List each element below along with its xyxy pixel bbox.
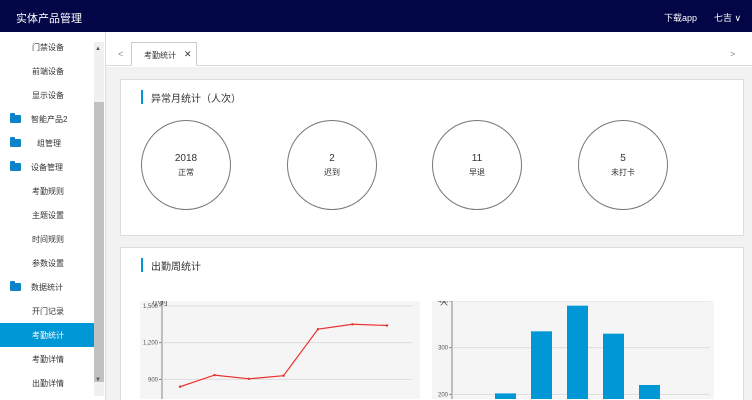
stat-label: 未打卡 [611, 168, 635, 177]
stat-value: 2018 [174, 153, 198, 164]
data-point [385, 324, 389, 327]
sidebar-item-label: 设备管理 [31, 163, 63, 172]
stat-label: 迟到 [324, 168, 340, 177]
sidebar-scroll-thumb[interactable] [94, 102, 104, 382]
sidebar-item[interactable]: 组管理 [0, 131, 94, 155]
sidebar: 出勤详情 考勤详情 考勤统计 开门记录 数据统计 参数设置 时间规则 主题设置 考勤规则 设备管理… [0, 32, 106, 400]
sidebar-item[interactable]: 智能产品2 [0, 107, 94, 131]
data-point [316, 327, 320, 331]
monthly-stats-title: 异常月统计（人次） [141, 90, 241, 105]
folder-icon [10, 281, 21, 291]
close-icon[interactable]: ✕ [184, 49, 192, 60]
sidebar-item-label: 数据统计 [31, 283, 63, 292]
weekly-stats-title: 出勤周统计 [141, 258, 201, 273]
y-tick-label: 300 [438, 346, 449, 352]
sidebar-item-label: 考勤统计 [32, 331, 64, 340]
stat-value: 5 [620, 153, 626, 164]
weekly-stats-panel: 出勤周统计 900 1,200 1,500 小时 200 300 400 人 [120, 247, 744, 400]
sidebar-item[interactable]: 出勤详情 [0, 371, 94, 395]
sidebar-item-label: 开门记录 [32, 307, 64, 316]
data-point [247, 377, 251, 380]
sidebar-item-label: 考勤规则 [32, 187, 64, 196]
stat-circle-normal: 2018 正常 [141, 120, 231, 210]
download-app-link[interactable]: 下载app [664, 11, 697, 24]
monthly-stats-panel: 异常月统计（人次） 2018 正常 2 迟到 11 早退 5 未打卡 [120, 79, 744, 236]
sidebar-item[interactable]: 考勤详情 [0, 347, 94, 371]
scroll-down-icon[interactable]: ▼ [95, 377, 101, 383]
sidebar-item[interactable]: 前端设备 [0, 59, 94, 83]
tab-label: 考勤统计 [144, 51, 176, 60]
folder-icon [10, 161, 21, 171]
stat-value: 11 [471, 153, 483, 164]
bar [567, 305, 588, 399]
stat-label: 正常 [178, 168, 194, 177]
people-bar-chart: 200300400人 [432, 301, 714, 399]
data-point [351, 323, 354, 326]
data-point [178, 385, 182, 388]
sidebar-item[interactable]: 参数设置 [0, 251, 94, 275]
sidebar-item[interactable]: 显示设备 [0, 83, 94, 107]
sidebar-item[interactable]: 时间规则 [0, 227, 94, 251]
sidebar-item-label: 时间规则 [32, 235, 64, 244]
sidebar-item[interactable]: 门禁设备 [0, 35, 94, 59]
y-tick-label: 200 [438, 392, 449, 398]
bar [495, 393, 516, 399]
stat-label: 早退 [469, 168, 485, 177]
series-line [179, 323, 388, 388]
sidebar-item[interactable]: 考勤规则 [0, 179, 94, 203]
user-menu[interactable]: 七吉 ∨ [714, 11, 741, 24]
y-axis-label: 小时 [152, 301, 168, 307]
sidebar-item[interactable]: 考勤统计 [0, 323, 94, 347]
sidebar-item[interactable]: 数据统计 [0, 275, 94, 299]
top-bar: 实体产品管理 下载app 七吉 ∨ [0, 0, 752, 32]
data-point [213, 373, 216, 377]
sidebar-item-label: 智能产品2 [31, 115, 68, 124]
bar [639, 385, 660, 399]
main-content: 异常月统计（人次） 2018 正常 2 迟到 11 早退 5 未打卡 出勤周统计… [106, 67, 752, 400]
sidebar-item-label: 参数设置 [32, 259, 64, 268]
folder-icon [10, 113, 21, 123]
sidebar-item-label: 组管理 [37, 139, 61, 148]
data-point [282, 374, 285, 377]
tab-next-icon[interactable]: > [730, 49, 735, 59]
sidebar-item-label: 门禁设备 [32, 43, 64, 52]
stat-value: 2 [329, 153, 335, 164]
sidebar-item-label: 出勤详情 [32, 379, 64, 388]
app-title: 实体产品管理 [16, 13, 82, 25]
tab-attendance-stats[interactable]: 考勤统计 ✕ [131, 42, 197, 66]
sidebar-item[interactable]: 开门记录 [0, 299, 94, 323]
hours-line-chart: 9001,2001,500小时 [140, 301, 420, 399]
tab-bar: < 考勤统计 ✕ > [106, 32, 752, 66]
scroll-up-icon[interactable]: ▲ [95, 46, 101, 52]
bar [603, 333, 624, 399]
y-tick-label: 900 [148, 377, 159, 383]
sidebar-item[interactable]: 设备管理 [0, 155, 94, 179]
y-axis-label: 人 [440, 301, 448, 307]
stat-circle-no-punch: 5 未打卡 [578, 120, 668, 210]
tab-prev-icon[interactable]: < [118, 49, 123, 59]
folder-icon [10, 137, 21, 147]
sidebar-item-label: 主题设置 [32, 211, 64, 220]
stat-circle-late: 2 迟到 [287, 120, 377, 210]
bar [531, 331, 552, 399]
stat-circle-early-leave: 11 早退 [432, 120, 522, 210]
y-tick-label: 1,200 [143, 341, 159, 347]
sidebar-item-label: 显示设备 [32, 91, 64, 100]
sidebar-item-label: 前端设备 [32, 67, 64, 76]
sidebar-item[interactable]: 主题设置 [0, 203, 94, 227]
sidebar-item-label: 考勤详情 [32, 355, 64, 364]
